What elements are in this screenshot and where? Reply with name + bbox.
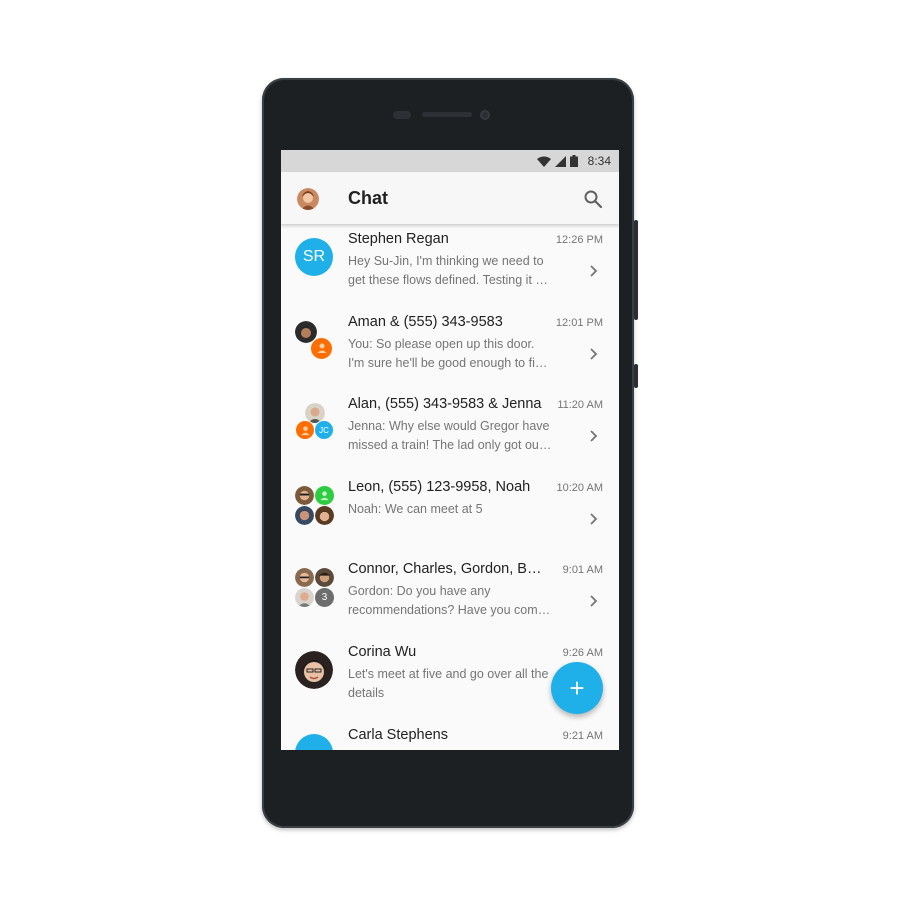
status-time: 8:34 bbox=[587, 154, 611, 168]
conversation-preview: Hey Su-Jin, I'm thinking we need to get … bbox=[348, 254, 553, 287]
person-placeholder-icon bbox=[315, 485, 334, 505]
cellular-signal-icon bbox=[554, 155, 566, 167]
conversation-preview: Jenna: Why else would Gregor have missed… bbox=[348, 419, 550, 453]
proximity-sensor bbox=[393, 111, 411, 119]
conversation-time: 10:20 AM bbox=[556, 481, 603, 494]
participant-photo bbox=[295, 505, 314, 525]
conversation-name: Leon, (555) 123-9958, Noah bbox=[348, 478, 531, 495]
conversation-time: 12:26 PM bbox=[555, 234, 603, 246]
search-icon[interactable] bbox=[583, 189, 603, 209]
avatar-initials: JC bbox=[319, 425, 329, 435]
initials-avatar: SR bbox=[295, 238, 333, 276]
profile-avatar[interactable] bbox=[297, 188, 319, 210]
conversation-preview: Let's meet at five and go over all the d… bbox=[348, 666, 549, 700]
conversation-name: Aman & (555) 343-9583 bbox=[348, 313, 503, 330]
conversation-time: 9:26 AM bbox=[562, 646, 603, 659]
person-placeholder-icon bbox=[295, 420, 315, 441]
participant-photo bbox=[295, 485, 314, 505]
chevron-right-icon[interactable] bbox=[589, 347, 599, 361]
conversation-time: 9:01 AM bbox=[562, 564, 603, 577]
page-title: Chat bbox=[348, 188, 388, 208]
app-bar: Chat bbox=[281, 172, 619, 224]
conversation-time: 11:20 AM bbox=[557, 399, 603, 412]
initials-avatar: JC bbox=[314, 420, 334, 441]
participant-count-badge: 3 bbox=[315, 588, 334, 608]
new-chat-fab[interactable]: + bbox=[551, 662, 603, 714]
person-placeholder-icon bbox=[310, 336, 333, 360]
initials-avatar bbox=[295, 733, 333, 750]
chevron-right-icon[interactable] bbox=[589, 429, 599, 443]
conversation-item[interactable]: 3 Connor, Charles, Gordon, Brian 9:01 AM… bbox=[281, 554, 619, 637]
battery-icon bbox=[569, 155, 578, 167]
volume-button bbox=[634, 364, 638, 388]
conversation-name: Stephen Regan bbox=[348, 231, 449, 247]
conversation-preview: Noah: We can meet at 5 bbox=[348, 501, 483, 516]
participant-count: 3 bbox=[321, 592, 328, 604]
conversation-avatar bbox=[295, 733, 335, 750]
participant-photo bbox=[295, 650, 333, 689]
conversation-avatar bbox=[295, 650, 335, 691]
conversation-name: Carla Stephens bbox=[348, 726, 448, 743]
conversation-item[interactable]: SR Stephen Regan 12:26 PM Hey Su-Jin, I'… bbox=[281, 224, 619, 307]
participant-photo bbox=[295, 568, 314, 588]
conversation-time: 12:01 PM bbox=[555, 316, 603, 329]
conversation-avatar: 3 bbox=[295, 568, 335, 608]
screen: 8:34 Chat SR Stephen Regan 12:26 PM Hey … bbox=[281, 150, 619, 750]
conversation-avatar: SR bbox=[295, 238, 335, 278]
conversation-avatar: JC bbox=[295, 403, 335, 443]
avatar-initials: SR bbox=[302, 248, 326, 265]
conversation-name: Alan, (555) 343-9583 & Jenna bbox=[348, 396, 542, 413]
plus-icon: + bbox=[569, 672, 585, 703]
conversation-item[interactable]: JC Alan, (555) 343-9583 & Jenna 11:20 AM… bbox=[281, 389, 619, 472]
earpiece-speaker bbox=[422, 112, 472, 117]
conversation-avatar bbox=[295, 320, 335, 361]
participant-photo bbox=[315, 568, 334, 588]
conversation-item[interactable]: Carla Stephens 9:21 AM bbox=[281, 720, 619, 750]
conversation-preview: Gordon: Do you have any recommendations?… bbox=[348, 584, 545, 618]
phone-frame: 8:34 Chat SR Stephen Regan 12:26 PM Hey … bbox=[262, 78, 638, 828]
chevron-right-icon[interactable] bbox=[589, 512, 599, 526]
conversation-preview: You: So please open up this door. I'm su… bbox=[348, 336, 549, 370]
conversation-item[interactable]: Leon, (555) 123-9958, Noah 10:20 AM Noah… bbox=[281, 472, 619, 555]
status-bar: 8:34 bbox=[281, 150, 619, 172]
front-camera bbox=[480, 110, 490, 120]
chevron-right-icon[interactable] bbox=[589, 264, 599, 278]
participant-photo bbox=[295, 588, 314, 608]
conversation-item[interactable]: Aman & (555) 343-9583 12:01 PM You: So p… bbox=[281, 307, 619, 390]
chevron-right-icon[interactable] bbox=[589, 594, 599, 608]
conversation-name: Corina Wu bbox=[348, 643, 417, 660]
conversation-avatar bbox=[295, 485, 335, 526]
power-button bbox=[634, 220, 638, 320]
conversation-name: Connor, Charles, Gordon, Brian bbox=[348, 561, 544, 578]
participant-photo bbox=[315, 505, 334, 525]
conversation-time: 9:21 AM bbox=[562, 729, 603, 742]
wifi-icon bbox=[536, 156, 551, 167]
